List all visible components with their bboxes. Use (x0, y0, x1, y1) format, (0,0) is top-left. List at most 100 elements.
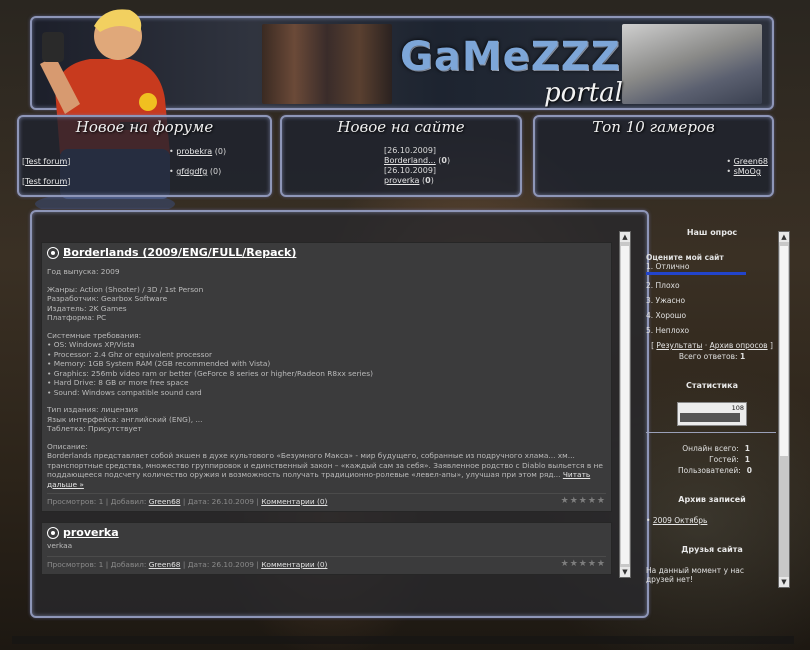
poll-option-1[interactable]: 1. Отлично (646, 262, 778, 275)
footer-strip (12, 636, 794, 644)
top-gamers-block: Топ 10 гамеров • Green68 • sMoOg (533, 115, 774, 197)
site-news-date-2: [26.10.2009] (384, 166, 437, 175)
top-gamer-link-2[interactable]: sMoOg (734, 167, 761, 176)
sidebar: Наш опрос Оцените мой сайт 1. Отлично 2.… (646, 218, 778, 590)
stats-counter-graph (680, 413, 740, 422)
post-author-link[interactable]: Green68 (149, 497, 181, 506)
poll-total-value: 1 (739, 352, 746, 361)
top-gamer-2: • sMoOg (726, 167, 761, 176)
page: GaMeZZZ portal Новое на форуме [Test for… (0, 0, 810, 650)
site-news-count-2: 0 (425, 176, 431, 185)
stats-counter-value: 108 (731, 404, 744, 412)
friends-title: Друзья сайта (681, 545, 743, 554)
poll-total: Всего ответов: 1 (646, 352, 778, 361)
online-total-label: Онлайн всего: (682, 444, 739, 453)
post-title-link[interactable]: Borderlands (2009/ENG/FULL/Repack) (63, 248, 296, 258)
post-paragraph: verkaa (47, 540, 73, 550)
poll-option-3[interactable]: 3. Ужасно (646, 296, 778, 305)
online-users-value: 0 (746, 466, 752, 475)
scroll-thumb[interactable] (780, 246, 788, 456)
gear-icon (47, 247, 59, 259)
top-gamer-link-1[interactable]: Green68 (734, 157, 768, 166)
post-views: Просмотров: 1 (47, 560, 104, 569)
online-guests-value: 1 (744, 455, 750, 464)
forum-topic-count-2: 0 (212, 167, 219, 176)
sidebar-divider (646, 432, 776, 433)
scroll-up-icon[interactable]: ▲ (779, 232, 789, 242)
poll-option-2[interactable]: 2. Плохо (646, 281, 778, 290)
site-news-list: [26.10.2009] Borderland... (0) [26.10.20… (384, 146, 450, 186)
header-photo-wrestlers (262, 24, 392, 104)
scroll-up-icon[interactable]: ▲ (620, 232, 630, 242)
forum-topic-link-2[interactable]: gfdgdfg (176, 167, 207, 176)
poll-links: [ Результаты · Архив опросов ] (651, 341, 773, 350)
poll-archive-link[interactable]: Архив опросов (710, 341, 768, 350)
forum-row-1: [Test forum] (22, 157, 71, 166)
poll-results-link[interactable]: Результаты (656, 341, 702, 350)
forum-link-1[interactable]: Test forum (25, 157, 67, 166)
rating-stars-icon[interactable]: ★★★★★ (561, 496, 606, 507)
post-title-row: Borderlands (2009/ENG/FULL/Repack) (47, 247, 606, 259)
online-total-value: 1 (744, 444, 750, 453)
post-added-label: Добавил: (110, 497, 147, 506)
sidebar-scrollbar[interactable]: ▲ ▼ (778, 231, 790, 588)
post-title-link[interactable]: proverka (63, 527, 119, 537)
poll-option-4[interactable]: 4. Хорошо (646, 311, 778, 320)
poll-bar (646, 272, 746, 275)
forum-news-title: Новое на форуме (75, 118, 214, 136)
forum-topic-2: • gfdgdfg (0) (169, 167, 222, 176)
online-stats: Онлайн всего: 1 Гостей: 1 Пользователей: 0 (646, 444, 778, 475)
post-paragraph: Тип издания: лицензия Язык интерфейса: а… (47, 405, 203, 433)
post-views: Просмотров: 1 (47, 497, 104, 506)
top-gamers-title: Топ 10 гамеров (592, 118, 715, 136)
post-footer: Просмотров: 1 | Добавил: Green68 | Дата:… (47, 493, 606, 507)
post-body: verkaa (47, 541, 606, 551)
site-news-link-1[interactable]: Borderland... (384, 156, 436, 165)
forum-link-2[interactable]: Test forum (25, 177, 67, 186)
top-gamers-list: • Green68 • sMoOg (726, 157, 768, 177)
post-footer: Просмотров: 1 | Добавил: Green68 | Дата:… (47, 556, 606, 570)
poll-total-label: Всего ответов: (678, 352, 738, 361)
site-news-item-1: Borderland... (0) (384, 156, 451, 165)
post-paragraph: Год выпуска: 2009 (47, 267, 120, 276)
archive-item-link[interactable]: 2009 Октябрь (653, 516, 708, 525)
post-date: Дата: 26.10.2009 (187, 497, 254, 506)
header-photo-skater (622, 24, 762, 104)
online-users-label: Пользователей: (677, 466, 741, 475)
forum-topic-1: • probekra (0) (169, 147, 227, 156)
scroll-down-icon[interactable]: ▼ (620, 567, 630, 577)
forum-news-block: Новое на форуме [Test forum] • probekra … (17, 115, 272, 197)
site-logo[interactable]: GaMeZZZ (400, 34, 621, 80)
post-meta: Просмотров: 1 | Добавил: Green68 | Дата:… (47, 497, 328, 506)
post-title-row: proverka (47, 526, 606, 539)
post-comments-link[interactable]: Комментарии (0) (261, 497, 327, 506)
archive-title: Архив записей (678, 495, 746, 504)
post-added-label: Добавил: (110, 560, 147, 569)
post-comments-link[interactable]: Комментарии (0) (261, 560, 327, 569)
main-scrollbar[interactable]: ▲ ▼ (619, 231, 631, 578)
site-news-date-1: [26.10.2009] (384, 146, 437, 155)
post-author-link[interactable]: Green68 (149, 560, 181, 569)
poll-title: Наш опрос (686, 228, 738, 237)
site-news-link-2[interactable]: proverka (384, 176, 419, 185)
post-date: Дата: 26.10.2009 (187, 560, 254, 569)
post-paragraph: Системные требования: • OS: Windows XP/V… (47, 330, 373, 397)
rating-stars-icon[interactable]: ★★★★★ (561, 559, 606, 570)
forum-topic-link-1[interactable]: probekra (176, 147, 212, 156)
archive-list: • 2009 Октябрь (646, 516, 708, 525)
site-logo-subtitle: portal (544, 78, 623, 108)
poll-option-5[interactable]: 5. Неплохо (646, 326, 778, 335)
stats-counter[interactable]: 108 (677, 402, 747, 426)
scroll-down-icon[interactable]: ▼ (779, 577, 789, 587)
posts-list: Borderlands (2009/ENG/FULL/Repack) Год в… (41, 242, 612, 577)
online-users: Пользователей: 0 (646, 466, 778, 475)
site-news-block: Новое на сайте [26.10.2009] Borderland..… (280, 115, 522, 197)
gear-icon (47, 526, 59, 539)
post-paragraph: Жанры: Action (Shooter) / 3D / 1st Perso… (47, 284, 204, 323)
post-item: Borderlands (2009/ENG/FULL/Repack) Год в… (41, 242, 612, 512)
post-paragraph: Описание: Borderlands представляет собой… (47, 442, 606, 490)
friends-text: На данный момент у нас друзей нет! (646, 566, 745, 584)
post-body: Год выпуска: 2009 Жанры: Action (Shooter… (47, 267, 606, 489)
scroll-thumb[interactable] (621, 246, 629, 564)
post-meta: Просмотров: 1 | Добавил: Green68 | Дата:… (47, 560, 328, 569)
